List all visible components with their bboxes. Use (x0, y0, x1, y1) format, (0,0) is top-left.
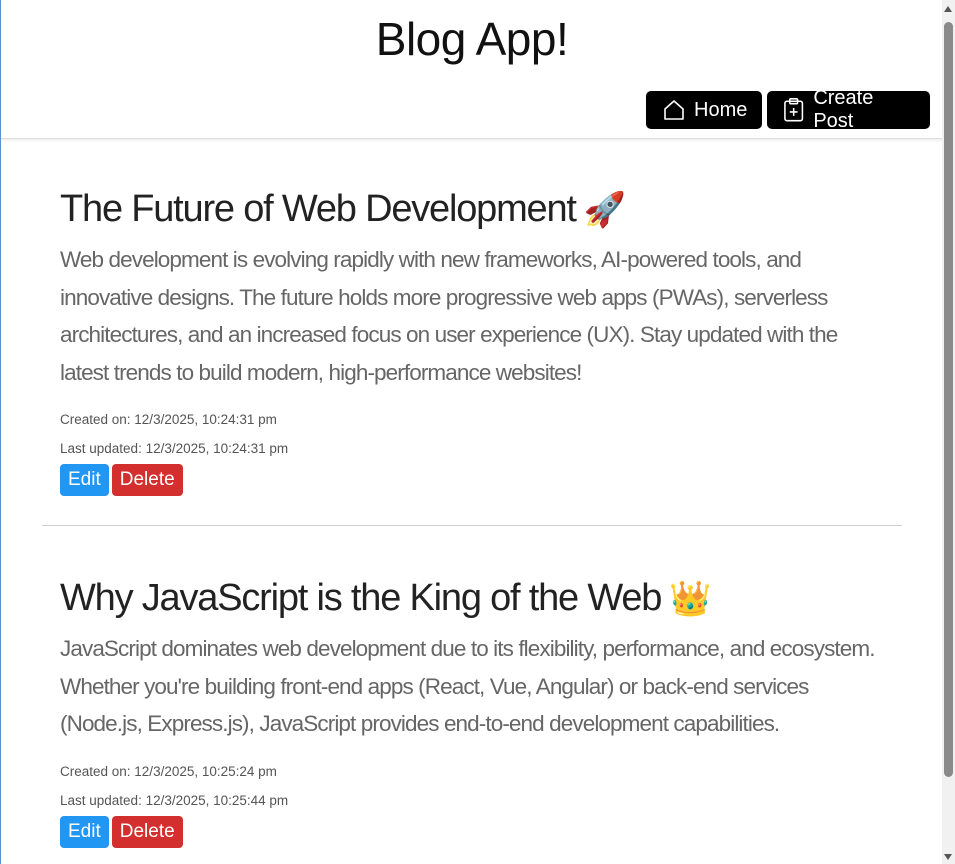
post-body: Web development is evolving rapidly with… (60, 247, 838, 385)
edit-button[interactable]: Edit (60, 815, 109, 848)
scroll-up-arrow-icon[interactable] (944, 6, 952, 12)
page: Blog App! Home Create Post The Future of… (0, 0, 955, 864)
post-updated-date: Last updated: 12/3/2025, 10:25:44 pm (60, 792, 289, 808)
post-title: Why JavaScript is the King of the Web 👑 (60, 577, 880, 620)
home-button-label: Home (694, 98, 748, 121)
post-card: The Future of Web Development 🚀 Web devel… (60, 188, 880, 496)
edit-button[interactable]: Edit (60, 464, 109, 496)
post-title: The Future of Web Development 🚀 (60, 188, 880, 231)
scroll-down-arrow-icon[interactable] (944, 854, 952, 860)
vertical-scrollbar[interactable] (942, 0, 955, 864)
post-created-date: Created on: 12/3/2025, 10:24:31 pm (60, 412, 277, 427)
create-post-button-label: Create Post (813, 87, 874, 132)
delete-button[interactable]: Delete (111, 464, 183, 496)
post-created-date: Created on: 12/3/2025, 10:25:24 pm (60, 763, 277, 779)
app-header: Blog App! Home Create Post (1, 0, 943, 139)
app-title: Blog App! (375, 13, 569, 65)
post-divider (42, 525, 902, 526)
post-updated-date: Last updated: 12/3/2025, 10:24:31 pm (60, 441, 289, 456)
scrollbar-thumb[interactable] (944, 22, 953, 777)
home-button[interactable]: Home (646, 91, 762, 129)
rocket-icon: 🚀 (583, 191, 626, 229)
post-card: Why JavaScript is the King of the Web 👑 J… (60, 577, 880, 848)
create-post-button[interactable]: Create Post (767, 87, 930, 132)
clipboard-plus-icon (784, 98, 804, 122)
home-icon (664, 100, 684, 120)
post-body: JavaScript dominates web development due… (60, 636, 875, 736)
post-title-text: The Future of Web Development (60, 188, 577, 230)
post-title-text: Why JavaScript is the King of the Web (60, 577, 662, 619)
delete-button[interactable]: Delete (111, 815, 183, 848)
crown-icon: 👑 (669, 580, 711, 618)
